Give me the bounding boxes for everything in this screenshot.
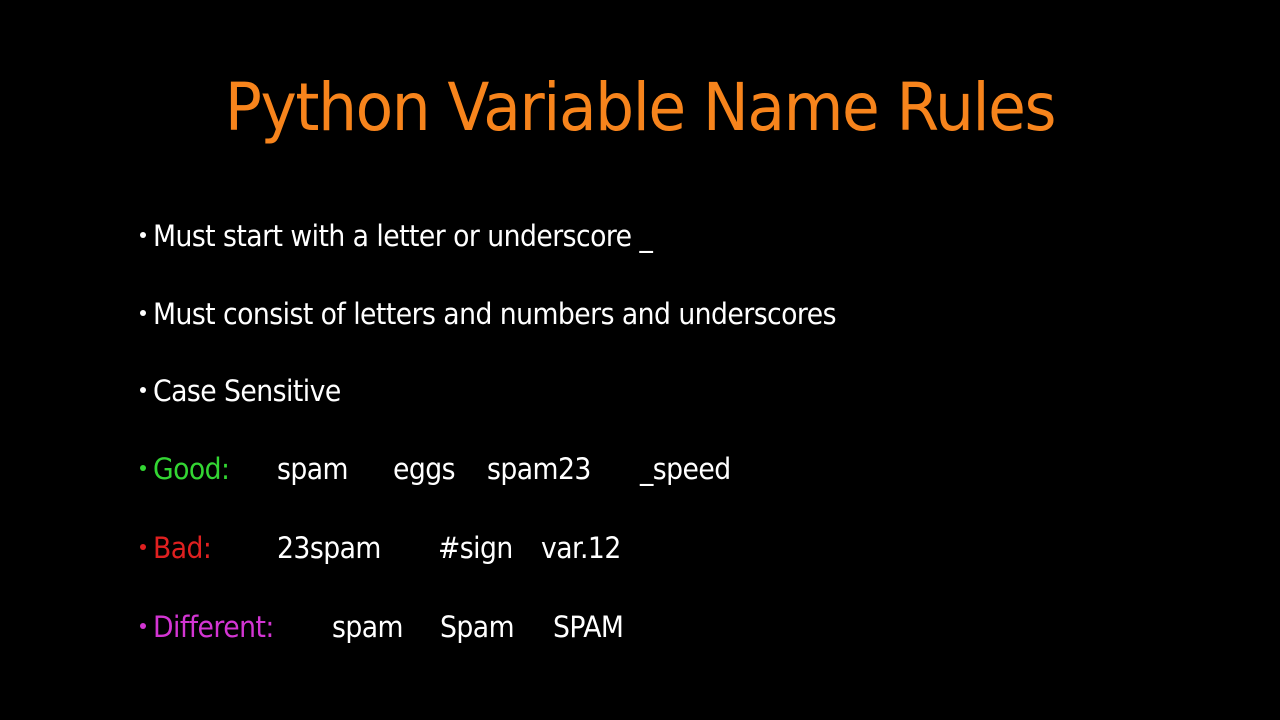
example-name: spam23 <box>487 452 591 486</box>
bullet-item-bad-examples: Bad: 23spam #sign var.12 <box>0 526 1280 570</box>
good-label: Good: <box>153 452 230 486</box>
rule-text: Must start with a letter or underscore _ <box>153 219 653 253</box>
bullet-icon <box>140 544 146 550</box>
example-name: 23spam <box>277 531 381 565</box>
example-name: _speed <box>640 452 731 486</box>
bullet-icon <box>140 623 146 629</box>
bullet-icon <box>140 465 146 471</box>
example-name: SPAM <box>553 610 624 644</box>
example-name: spam <box>277 452 349 486</box>
bullet-icon <box>140 387 146 393</box>
rule-text: Case Sensitive <box>153 374 341 408</box>
example-name: Spam <box>440 610 515 644</box>
bullet-item-rule-consist: Must consist of letters and numbers and … <box>0 292 1280 336</box>
slide-title: Python Variable Name Rules <box>224 69 1057 146</box>
bullet-item-rule-start: Must start with a letter or underscore _ <box>0 214 1280 258</box>
rule-text: Must consist of letters and numbers and … <box>153 297 837 331</box>
bullet-item-different-examples: Different: spam Spam SPAM <box>0 605 1280 649</box>
example-name: var.12 <box>541 531 621 565</box>
bullet-icon <box>140 310 146 316</box>
bullet-icon <box>140 232 146 238</box>
different-label: Different: <box>153 610 274 644</box>
bad-label: Bad: <box>153 531 212 565</box>
example-name: eggs <box>393 452 456 486</box>
example-name: #sign <box>438 531 513 565</box>
bullet-item-good-examples: Good: spam eggs spam23 _speed <box>0 447 1280 491</box>
bullet-item-rule-case: Case Sensitive <box>0 369 1280 413</box>
example-name: spam <box>332 610 404 644</box>
